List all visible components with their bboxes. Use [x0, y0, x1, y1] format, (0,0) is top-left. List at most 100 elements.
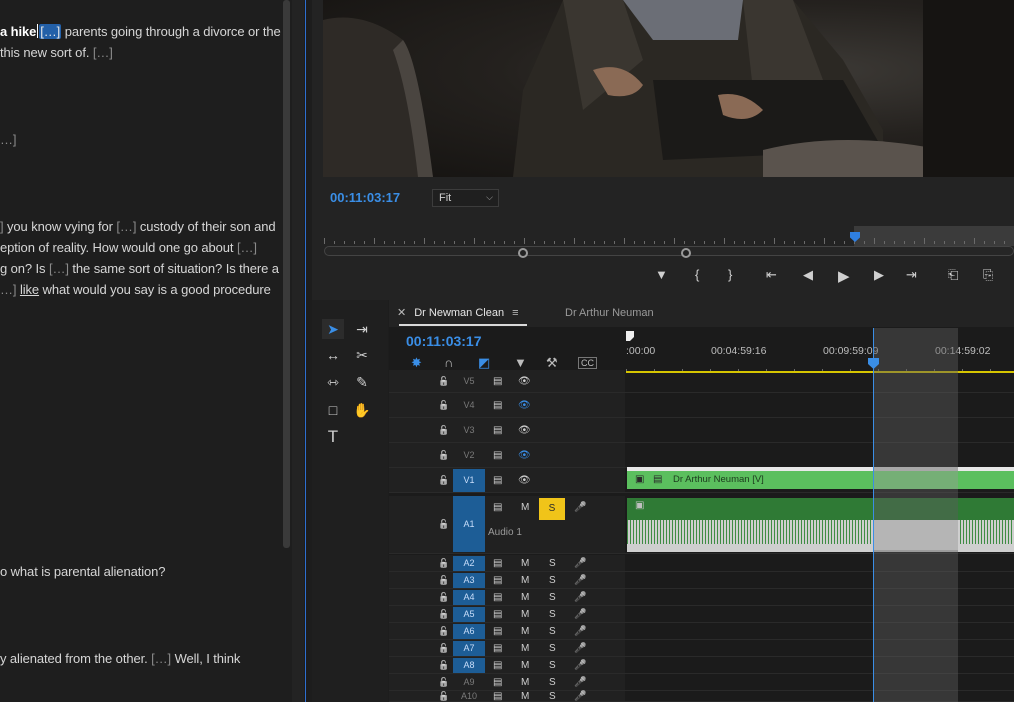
track-header[interactable]: 🔓 A4 ▤ M S 🎤 [389, 589, 625, 605]
lock-icon[interactable]: 🔓 [438, 677, 449, 688]
microphone-icon[interactable]: 🎤 [574, 677, 586, 688]
sync-lock-icon[interactable]: ▤ [493, 609, 502, 620]
eye-icon[interactable]: 👁 [518, 425, 531, 436]
pause-marker[interactable]: […] [116, 219, 136, 234]
solo-button[interactable]: S [549, 691, 556, 702]
pause-marker[interactable]: …] [0, 132, 17, 147]
mark-out-icon[interactable]: } [728, 267, 732, 282]
eye-icon[interactable]: 👁 [518, 475, 531, 486]
transcript-line[interactable]: a hike […] parents going through a divorc… [0, 24, 281, 39]
track-header[interactable]: 🔓 A7 ▤ M S 🎤 [389, 640, 625, 656]
solo-button[interactable]: S [549, 575, 556, 586]
film-icon[interactable]: ▤ [493, 400, 502, 411]
track-target-v3[interactable]: V3 [453, 419, 485, 442]
track-header[interactable]: 🔓 A3 ▤ M S 🎤 [389, 572, 625, 588]
track-target-a7[interactable]: A7 [453, 641, 485, 656]
mute-button[interactable]: M [521, 609, 529, 620]
sync-lock-icon[interactable]: ▤ [493, 592, 502, 603]
transcript-line[interactable]: o what is parental alienation? [0, 564, 166, 579]
zoom-fit-select[interactable]: Fit ⌵ [432, 189, 499, 207]
ripple-edit-tool-icon[interactable]: ↔ [322, 345, 344, 365]
solo-button[interactable]: S [549, 609, 556, 620]
solo-button[interactable]: S [549, 626, 556, 637]
lock-icon[interactable]: 🔓 [438, 691, 449, 702]
go-to-in-icon[interactable]: ⇤ [766, 267, 777, 283]
sync-lock-icon[interactable]: ▤ [493, 643, 502, 654]
transcript-line[interactable]: this new sort of. […] [0, 45, 113, 60]
tab-dr-arthur-neuman[interactable]: Dr Arthur Neuman [565, 307, 654, 319]
monitor-timecode[interactable]: 00:11:03:17 [330, 190, 400, 205]
track-header[interactable]: 🔓 A5 ▤ M S 🎤 [389, 606, 625, 622]
track-target-a5[interactable]: A5 [453, 607, 485, 622]
sync-lock-icon[interactable]: ▤ [493, 575, 502, 586]
transcript-line[interactable]: ] you know vying for […] custody of thei… [0, 219, 276, 234]
monitor-time-ruler[interactable] [324, 226, 1014, 246]
pause-marker[interactable]: […] [151, 651, 171, 666]
transcript-line[interactable]: …] like what would you say is a good pro… [0, 282, 271, 297]
track-select-tool-icon[interactable]: ⇥ [351, 319, 373, 339]
microphone-icon[interactable]: 🎤 [574, 660, 586, 671]
in-point-marker[interactable] [626, 331, 634, 341]
monitor-zoom-scrollbar[interactable] [324, 246, 1014, 258]
track-target-a9[interactable]: A9 [453, 675, 485, 690]
track-header[interactable]: 🔓 A6 ▤ M S 🎤 [389, 623, 625, 639]
mute-button[interactable]: M [521, 592, 529, 603]
solo-button[interactable]: S [549, 660, 556, 671]
track-target-a1[interactable]: A1 [453, 496, 485, 552]
transcript-line[interactable]: g on? Is […] the same sort of situation?… [0, 261, 279, 276]
microphone-icon[interactable]: 🎤 [574, 558, 586, 569]
marker-icon[interactable]: ▼ [655, 267, 668, 282]
transcript-line[interactable]: …] [0, 132, 17, 147]
pause-marker[interactable]: […] [49, 261, 69, 276]
mute-button[interactable]: M [521, 691, 529, 702]
microphone-icon[interactable]: 🎤 [574, 609, 586, 620]
track-target-a4[interactable]: A4 [453, 590, 485, 605]
selection-tool-icon[interactable]: ➤ [322, 319, 344, 339]
panel-divider[interactable] [292, 0, 304, 702]
solo-button[interactable]: S [549, 677, 556, 688]
microphone-icon[interactable]: 🎤 [574, 575, 586, 586]
solo-button[interactable]: S [549, 643, 556, 654]
sync-lock-icon[interactable]: ▤ [493, 502, 502, 513]
track-header[interactable]: 🔓 V4 ▤ 👁 [389, 393, 625, 417]
pause-marker[interactable]: […] [93, 45, 113, 60]
film-icon[interactable]: ▤ [493, 450, 502, 461]
solo-button[interactable]: S [549, 592, 556, 603]
mark-in-icon[interactable]: { [695, 267, 699, 282]
track-header[interactable]: 🔓 A10 ▤ M S 🎤 [389, 691, 625, 702]
film-icon[interactable]: ▤ [493, 475, 502, 486]
slip-tool-icon[interactable]: ⇿ [322, 372, 344, 392]
mute-button[interactable]: M [521, 558, 529, 569]
mute-button[interactable]: M [521, 643, 529, 654]
zoom-handle-right[interactable] [681, 248, 691, 258]
lock-icon[interactable]: 🔓 [438, 558, 449, 569]
sync-lock-icon[interactable]: ▤ [493, 626, 502, 637]
lock-icon[interactable]: 🔓 [438, 660, 449, 671]
mute-button[interactable]: M [521, 575, 529, 586]
solo-button[interactable]: S [539, 498, 565, 520]
track-target-a6[interactable]: A6 [453, 624, 485, 639]
lock-icon[interactable]: 🔓 [438, 450, 449, 461]
track-target-a3[interactable]: A3 [453, 573, 485, 588]
track-header[interactable]: 🔓 A8 ▤ M S 🎤 [389, 657, 625, 673]
track-target-a8[interactable]: A8 [453, 658, 485, 673]
transcript-scrollbar[interactable] [283, 0, 290, 548]
film-icon[interactable]: ▤ [493, 425, 502, 436]
close-icon[interactable]: ✕ [397, 307, 406, 319]
pause-marker[interactable]: …] [0, 282, 20, 297]
lock-icon[interactable]: 🔓 [438, 519, 449, 530]
microphone-icon[interactable]: 🎤 [574, 643, 586, 654]
track-target-v2[interactable]: V2 [453, 444, 485, 467]
snap-icon[interactable]: ∩ [444, 355, 453, 370]
lock-icon[interactable]: 🔓 [438, 643, 449, 654]
track-target-v1[interactable]: V1 [453, 469, 485, 492]
transcript-line[interactable]: eption of reality. How would one go abou… [0, 240, 257, 255]
timeline-timecode[interactable]: 00:11:03:17 [406, 333, 482, 349]
mute-button[interactable]: M [521, 502, 529, 513]
menu-icon[interactable]: ≡ [512, 307, 518, 319]
microphone-icon[interactable]: 🎤 [574, 592, 586, 603]
captions-icon[interactable]: CC [578, 357, 597, 369]
mute-button[interactable]: M [521, 677, 529, 688]
transcript-line[interactable]: y alienated from the other. […] Well, I … [0, 651, 240, 666]
lock-icon[interactable]: 🔓 [438, 475, 449, 486]
